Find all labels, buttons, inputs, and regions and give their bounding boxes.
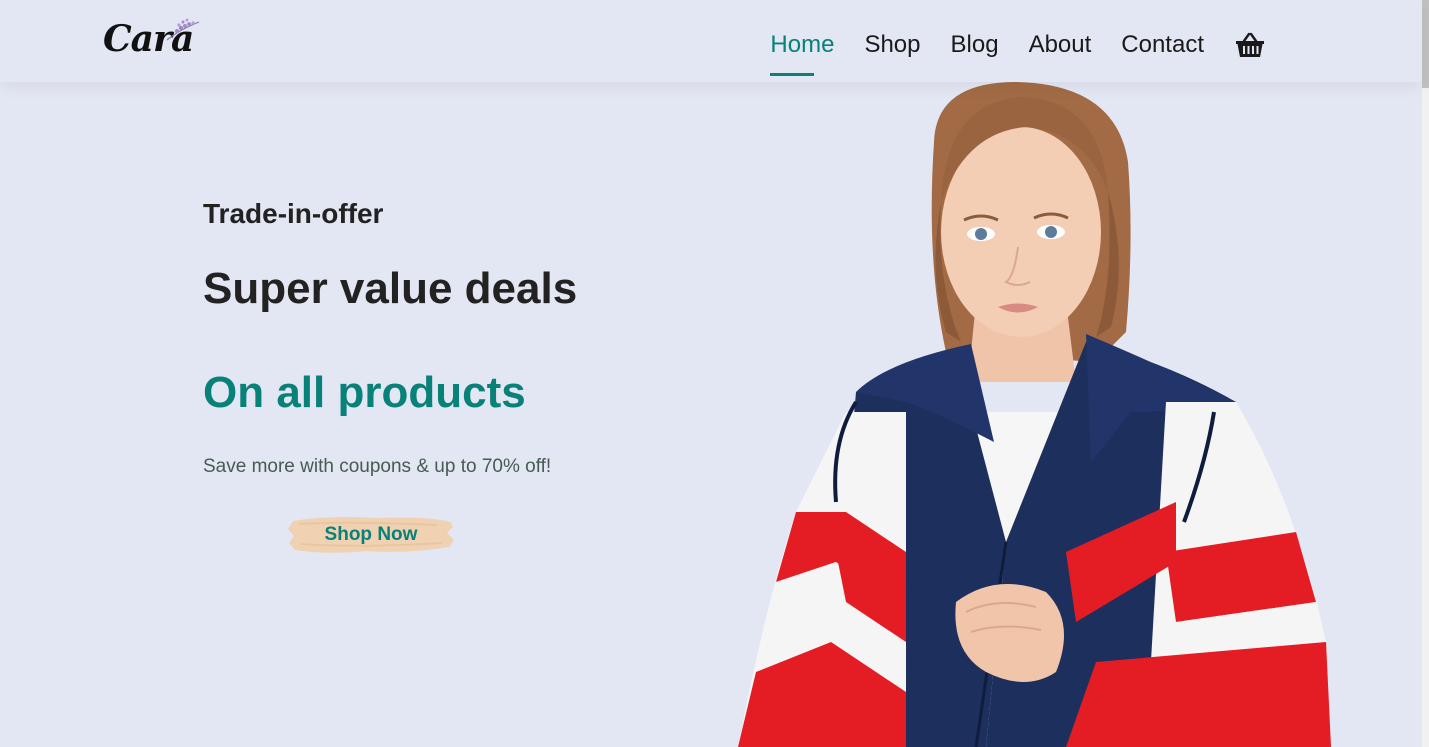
- main-nav: Home Shop Blog About Contact: [770, 30, 1265, 76]
- nav-blog[interactable]: Blog: [951, 30, 999, 60]
- nav-contact[interactable]: Contact: [1121, 30, 1204, 60]
- basket-icon[interactable]: [1235, 32, 1265, 58]
- brand-logo[interactable]: Cara: [103, 14, 203, 64]
- shop-now-label: Shop Now: [324, 524, 418, 545]
- scrollbar-thumb[interactable]: [1422, 0, 1429, 88]
- hero-headline: Super value deals: [203, 264, 578, 313]
- nav-home[interactable]: Home: [770, 30, 834, 76]
- page-scrollbar[interactable]: [1422, 0, 1429, 747]
- site-header: Cara Home Shop Blog About Contact: [0, 0, 1422, 82]
- hero-eyebrow: Trade-in-offer: [203, 198, 384, 229]
- shop-now-button[interactable]: Shop Now: [287, 513, 455, 556]
- hero-subtext: Save more with coupons & up to 70% off!: [203, 456, 552, 477]
- hero-model-image: [738, 82, 1331, 747]
- hero-highlight: On all products: [203, 368, 526, 417]
- nav-shop[interactable]: Shop: [864, 30, 920, 60]
- nav-about[interactable]: About: [1029, 30, 1092, 60]
- lavender-sprig-icon: [166, 18, 200, 41]
